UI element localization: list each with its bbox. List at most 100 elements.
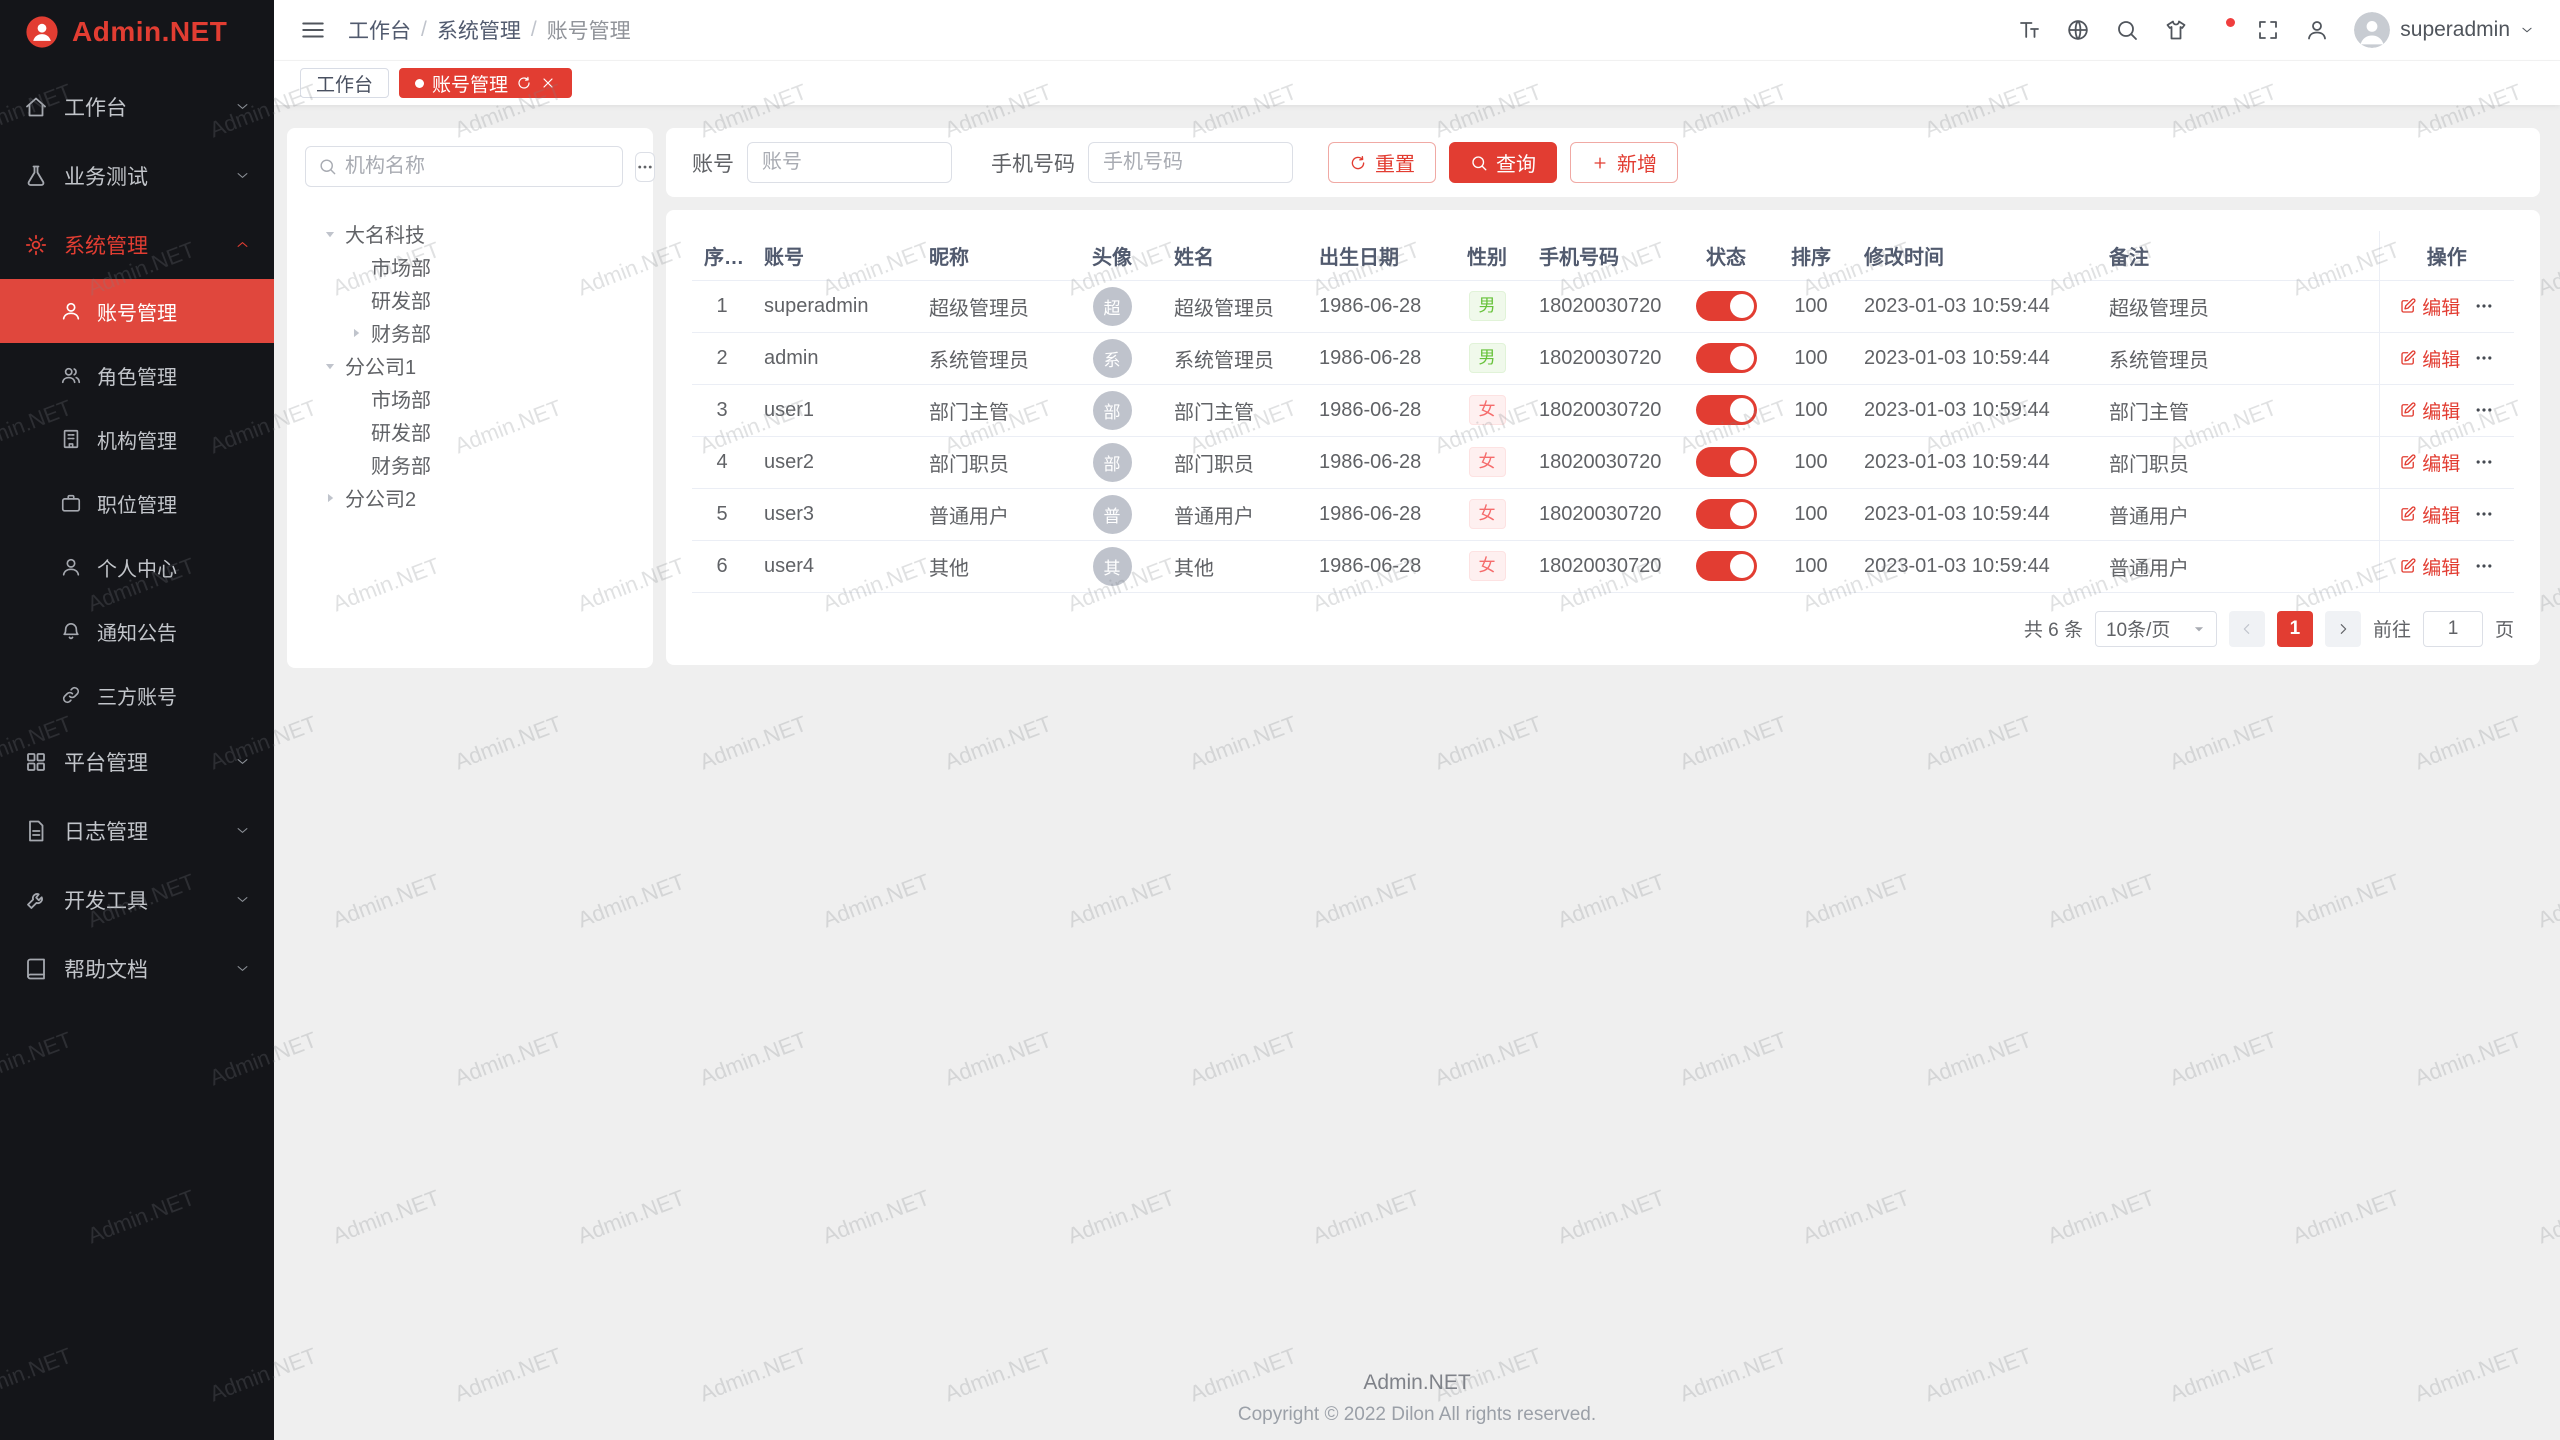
breadcrumb-item[interactable]: 系统管理 bbox=[437, 15, 521, 45]
profile-icon[interactable] bbox=[2305, 18, 2329, 42]
goto-page-input[interactable] bbox=[2423, 611, 2483, 647]
link-icon bbox=[60, 684, 82, 706]
page-size-value: 10条/页 bbox=[2106, 615, 2170, 642]
user-menu[interactable]: superadmin bbox=[2354, 12, 2534, 48]
sidebar-subitem[interactable]: 机构管理 bbox=[0, 407, 274, 471]
status-toggle[interactable] bbox=[1696, 291, 1757, 321]
tree-node[interactable]: 研发部 bbox=[305, 283, 635, 316]
tree-caret-icon[interactable] bbox=[318, 222, 341, 245]
sidebar-item[interactable]: 日志管理 bbox=[0, 796, 274, 865]
sidebar-subitem[interactable]: 职位管理 bbox=[0, 471, 274, 535]
prev-page-button[interactable] bbox=[2229, 611, 2265, 647]
page-number-button[interactable]: 1 bbox=[2277, 611, 2313, 647]
tree-node-label: 财务部 bbox=[371, 450, 431, 479]
tab-active[interactable]: 账号管理 bbox=[399, 68, 572, 98]
edit-button[interactable]: 编辑 bbox=[2399, 501, 2460, 528]
tree-node[interactable]: 分公司2 bbox=[305, 481, 635, 514]
table-cell: 18020030720 bbox=[1527, 384, 1682, 436]
sidebar-subitem[interactable]: 账号管理 bbox=[0, 279, 274, 343]
tab[interactable]: 工作台 bbox=[300, 68, 389, 98]
breadcrumb-item[interactable]: 工作台 bbox=[348, 15, 411, 45]
username: superadmin bbox=[2400, 18, 2510, 42]
tab-refresh-icon[interactable] bbox=[516, 75, 532, 91]
table-cell: 女 bbox=[1447, 384, 1527, 436]
tree-more-button[interactable] bbox=[635, 152, 655, 182]
reset-button[interactable]: 重置 bbox=[1328, 142, 1436, 183]
add-button[interactable]: 新增 bbox=[1570, 142, 1678, 183]
tree-node[interactable]: 分公司1 bbox=[305, 349, 635, 382]
chevron-down-icon bbox=[235, 754, 250, 769]
row-more-button[interactable] bbox=[2474, 348, 2494, 368]
arrow-left-icon bbox=[2239, 621, 2255, 637]
account-input[interactable] bbox=[747, 142, 952, 183]
collapse-menu-icon[interactable] bbox=[300, 17, 326, 43]
goto-label: 前往 bbox=[2373, 615, 2411, 642]
tree-caret-icon[interactable] bbox=[344, 321, 367, 344]
tree-caret-icon bbox=[344, 288, 367, 311]
tree-caret-icon[interactable] bbox=[318, 354, 341, 377]
sidebar-item[interactable]: 系统管理 bbox=[0, 210, 274, 279]
ellipsis-icon bbox=[636, 158, 654, 176]
tree-node[interactable]: 市场部 bbox=[305, 250, 635, 283]
status-toggle[interactable] bbox=[1696, 447, 1757, 477]
tree-node-label: 市场部 bbox=[371, 384, 431, 413]
status-toggle[interactable] bbox=[1696, 395, 1757, 425]
row-more-button[interactable] bbox=[2474, 504, 2494, 524]
global-search-icon[interactable] bbox=[2115, 18, 2139, 42]
language-icon[interactable] bbox=[2066, 18, 2090, 42]
font-size-icon[interactable] bbox=[2017, 18, 2041, 42]
table-cell: 6 bbox=[692, 540, 752, 592]
sidebar-subitem[interactable]: 三方账号 bbox=[0, 663, 274, 727]
search-icon bbox=[318, 157, 337, 176]
sidebar-item[interactable]: 工作台 bbox=[0, 72, 274, 141]
sidebar-subitem[interactable]: 通知公告 bbox=[0, 599, 274, 663]
sidebar-item-label: 工作台 bbox=[64, 92, 127, 122]
edit-button[interactable]: 编辑 bbox=[2399, 449, 2460, 476]
table-cell: 编辑 bbox=[2379, 540, 2514, 592]
row-more-button[interactable] bbox=[2474, 400, 2494, 420]
bell-icon bbox=[60, 620, 82, 642]
sidebar-item[interactable]: 帮助文档 bbox=[0, 934, 274, 1003]
sidebar-subitem[interactable]: 个人中心 bbox=[0, 535, 274, 599]
edit-button[interactable]: 编辑 bbox=[2399, 345, 2460, 372]
phone-input[interactable] bbox=[1088, 142, 1293, 183]
theme-icon[interactable] bbox=[2164, 18, 2188, 42]
sidebar-item[interactable]: 平台管理 bbox=[0, 727, 274, 796]
status-toggle[interactable] bbox=[1696, 551, 1757, 581]
tree-node[interactable]: 市场部 bbox=[305, 382, 635, 415]
row-more-button[interactable] bbox=[2474, 452, 2494, 472]
edit-button[interactable]: 编辑 bbox=[2399, 553, 2460, 580]
tab-close-icon[interactable] bbox=[540, 75, 556, 91]
row-avatar: 其 bbox=[1093, 547, 1132, 586]
sidebar-item[interactable]: 业务测试 bbox=[0, 141, 274, 210]
row-more-button[interactable] bbox=[2474, 556, 2494, 576]
page-size-select[interactable]: 10条/页 bbox=[2095, 611, 2217, 647]
tree-node[interactable]: 研发部 bbox=[305, 415, 635, 448]
next-page-button[interactable] bbox=[2325, 611, 2361, 647]
table-cell: 4 bbox=[692, 436, 752, 488]
notification-bell-icon[interactable] bbox=[2213, 22, 2231, 39]
org-search-input[interactable] bbox=[345, 155, 610, 178]
column-header: 性别 bbox=[1447, 231, 1527, 280]
tree-caret-icon[interactable] bbox=[318, 486, 341, 509]
sidebar-subitem[interactable]: 角色管理 bbox=[0, 343, 274, 407]
tab-label: 工作台 bbox=[316, 70, 373, 97]
tree-node[interactable]: 财务部 bbox=[305, 448, 635, 481]
edit-button[interactable]: 编辑 bbox=[2399, 397, 2460, 424]
app-logo[interactable]: Admin.NET bbox=[0, 0, 274, 64]
search-button[interactable]: 查询 bbox=[1449, 142, 1557, 183]
status-toggle[interactable] bbox=[1696, 343, 1757, 373]
tree-node[interactable]: 财务部 bbox=[305, 316, 635, 349]
table-cell: superadmin bbox=[752, 280, 917, 332]
sidebar-item[interactable]: 开发工具 bbox=[0, 865, 274, 934]
table-cell bbox=[1682, 384, 1770, 436]
tree-node[interactable]: 大名科技 bbox=[305, 217, 635, 250]
fullscreen-icon[interactable] bbox=[2256, 18, 2280, 42]
edit-button[interactable]: 编辑 bbox=[2399, 293, 2460, 320]
table-cell: admin bbox=[752, 332, 917, 384]
row-more-button[interactable] bbox=[2474, 296, 2494, 316]
app-logo-icon bbox=[25, 15, 59, 49]
refresh-icon bbox=[1349, 154, 1367, 172]
status-toggle[interactable] bbox=[1696, 499, 1757, 529]
org-search-box[interactable] bbox=[305, 146, 623, 187]
